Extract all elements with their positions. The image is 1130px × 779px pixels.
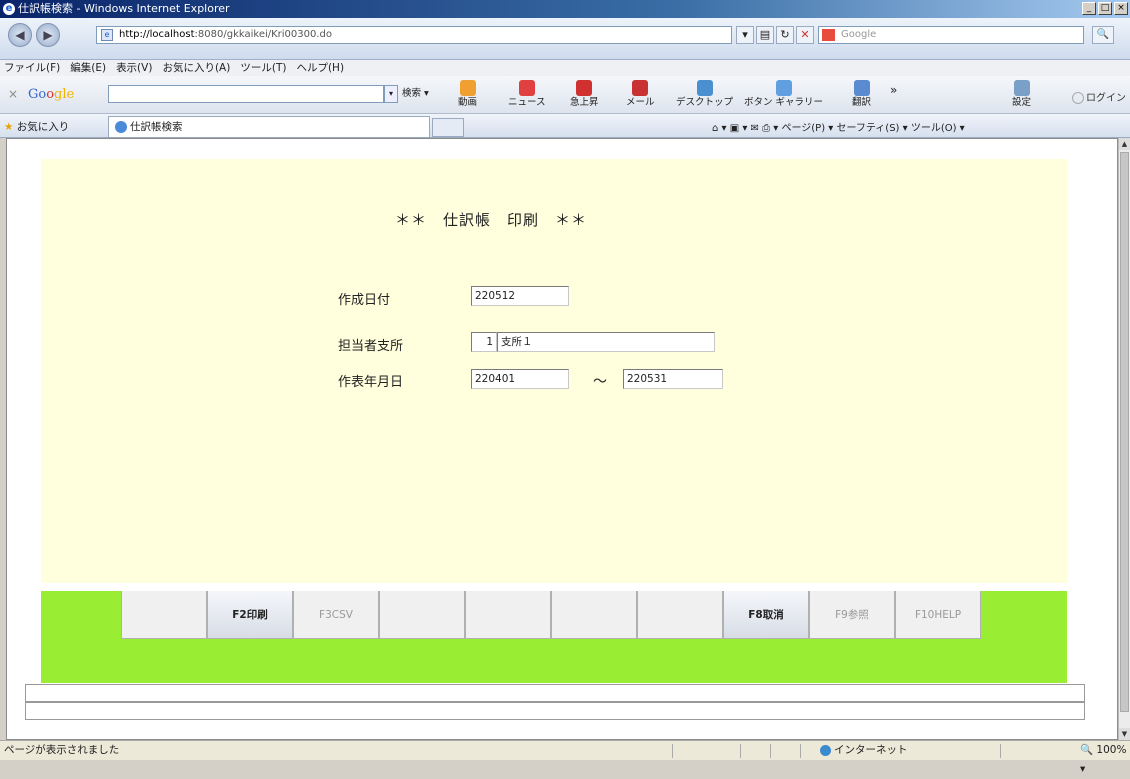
help-button: F10HELP — [895, 591, 981, 639]
zoom-level[interactable]: 🔍 100% ▾ — [1080, 741, 1130, 779]
favorites-button[interactable]: ★ お気に入り — [4, 119, 69, 134]
ie-logo-icon: e — [3, 3, 15, 15]
menu-bar: ファイル(F) 編集(E) 表示(V) お気に入り(A) ツール(T) ヘルプ(… — [0, 60, 1130, 76]
url-host: http://localhost — [119, 29, 195, 40]
menu-tools[interactable]: ツール(T) — [240, 60, 286, 76]
page-title: ＊＊ 仕訳帳 印刷 ＊＊ — [395, 211, 588, 229]
close-button[interactable]: × — [1114, 2, 1128, 15]
globe-icon — [820, 744, 831, 756]
menu-favorites[interactable]: お気に入り(A) — [162, 60, 230, 76]
mail-button[interactable]: メール — [626, 80, 655, 108]
page-icon: e — [101, 29, 113, 41]
fkey-blank-6 — [551, 591, 637, 639]
command-bar[interactable]: ⌂ ▾ ▣ ▾ ✉ ⎙ ▾ ページ(P) ▾ セーフティ(S) ▾ ツール(O)… — [712, 119, 965, 134]
scroll-up-icon[interactable]: ▲ — [1119, 138, 1130, 150]
stop-icon[interactable]: ✕ — [796, 26, 814, 44]
status-bar: ページが表示されました インターネット 🔍 100% ▾ — [0, 740, 1130, 775]
branch-code-input[interactable]: 1 — [471, 332, 497, 352]
close-toolbar-icon[interactable]: × — [8, 87, 18, 101]
function-key-bar: F2印刷 F3CSV F8取消 F9参照 F10HELP — [41, 591, 1067, 683]
fkey-blank-7 — [637, 591, 723, 639]
maximize-button[interactable]: □ — [1098, 2, 1112, 15]
message-field-1 — [25, 684, 1085, 702]
fkey-blank-4 — [379, 591, 465, 639]
news-button[interactable]: ニュース — [508, 80, 546, 108]
translate-button[interactable]: 翻訳 — [852, 80, 871, 108]
login-button[interactable]: ログイン — [1072, 89, 1126, 104]
button-gallery-button[interactable]: ボタン ギャラリー — [744, 80, 823, 108]
favorites-bar: ★ お気に入り 仕訳帳検索 ⌂ ▾ ▣ ▾ ✉ ⎙ ▾ ページ(P) ▾ セーフ… — [0, 114, 1130, 138]
branch-label: 担当者支所 — [338, 339, 404, 354]
page-icon — [115, 121, 127, 133]
search-placeholder: Google — [841, 29, 877, 40]
new-tab-button[interactable] — [432, 118, 464, 137]
scroll-down-icon[interactable]: ▼ — [1119, 728, 1130, 740]
refresh-icon[interactable]: ↻ — [776, 26, 794, 44]
settings-button[interactable]: 設定 — [1012, 80, 1031, 108]
security-zone: インターネット — [820, 741, 908, 760]
menu-view[interactable]: 表示(V) — [116, 60, 152, 76]
more-tools-button[interactable]: » — [890, 84, 897, 96]
form-panel: ＊＊ 仕訳帳 印刷 ＊＊ 作成日付 220512 担当者支所 1 支所１ 作表年… — [41, 159, 1067, 583]
back-button[interactable]: ◀ — [8, 23, 32, 47]
cancel-button[interactable]: F8取消 — [723, 591, 809, 639]
google-toolbar: × Google ▾ 検索 ▾ 動画 ニュース 急上昇 メール デスクトップ ボ… — [0, 76, 1130, 114]
trending-button[interactable]: 急上昇 — [570, 80, 599, 108]
fkey-blank-5 — [465, 591, 551, 639]
menu-edit[interactable]: 編集(E) — [70, 60, 106, 76]
status-divider — [800, 744, 801, 758]
forward-button[interactable]: ▶ — [36, 23, 60, 47]
minimize-button[interactable]: _ — [1082, 2, 1096, 15]
video-button[interactable]: 動画 — [458, 80, 477, 108]
menu-help[interactable]: ヘルプ(H) — [296, 60, 344, 76]
url-path: :8080/gkkaikei/Kri00300.do — [194, 29, 333, 40]
google-logo: Google — [28, 87, 75, 102]
period-to-input[interactable]: 220531 — [623, 369, 723, 389]
menu-file[interactable]: ファイル(F) — [4, 60, 60, 76]
window-title: 仕訳帳検索 - Windows Internet Explorer — [18, 2, 230, 15]
status-divider — [740, 744, 741, 758]
chevron-down-icon[interactable]: ▾ — [384, 85, 398, 103]
url-field[interactable]: e http://localhost:8080/gkkaikei/Kri0030… — [96, 26, 732, 44]
desktop-button[interactable]: デスクトップ — [676, 80, 733, 108]
compat-view-icon[interactable]: ▤ — [756, 26, 774, 44]
google-search-button[interactable]: 検索 ▾ — [402, 85, 429, 103]
status-divider — [1000, 744, 1001, 758]
print-button[interactable]: F2印刷 — [207, 591, 293, 639]
login-icon — [1072, 92, 1084, 104]
page-viewport: ＊＊ 仕訳帳 印刷 ＊＊ 作成日付 220512 担当者支所 1 支所１ 作表年… — [6, 138, 1118, 740]
period-from-input[interactable]: 220401 — [471, 369, 569, 389]
lookup-button: F9参照 — [809, 591, 895, 639]
scroll-thumb[interactable] — [1120, 152, 1129, 712]
search-icon[interactable]: 🔍 — [1092, 26, 1114, 44]
period-separator: ～ — [593, 374, 607, 390]
message-field-2 — [25, 702, 1085, 720]
url-dropdown-icon[interactable]: ▾ — [736, 26, 754, 44]
tab-current[interactable]: 仕訳帳検索 — [108, 116, 430, 137]
status-divider — [770, 744, 771, 758]
created-date-label: 作成日付 — [338, 293, 391, 308]
status-message: ページが表示されました — [4, 744, 120, 756]
period-label: 作表年月日 — [338, 375, 404, 390]
star-icon: ★ — [4, 121, 14, 133]
created-date-input[interactable]: 220512 — [471, 286, 569, 306]
fkey-blank-1 — [121, 591, 207, 639]
csv-button: F3CSV — [293, 591, 379, 639]
branch-name-field: 支所１ — [497, 332, 715, 352]
status-divider — [672, 744, 673, 758]
google-search-input[interactable] — [108, 85, 384, 103]
window-titlebar: e 仕訳帳検索 - Windows Internet Explorer _ □ … — [0, 0, 1130, 18]
address-bar: ◀ ▶ e http://localhost:8080/gkkaikei/Kri… — [0, 18, 1130, 60]
search-input[interactable]: Google — [818, 26, 1084, 44]
vertical-scrollbar[interactable]: ▲ ▼ — [1118, 138, 1130, 740]
google-search-icon — [822, 29, 835, 41]
